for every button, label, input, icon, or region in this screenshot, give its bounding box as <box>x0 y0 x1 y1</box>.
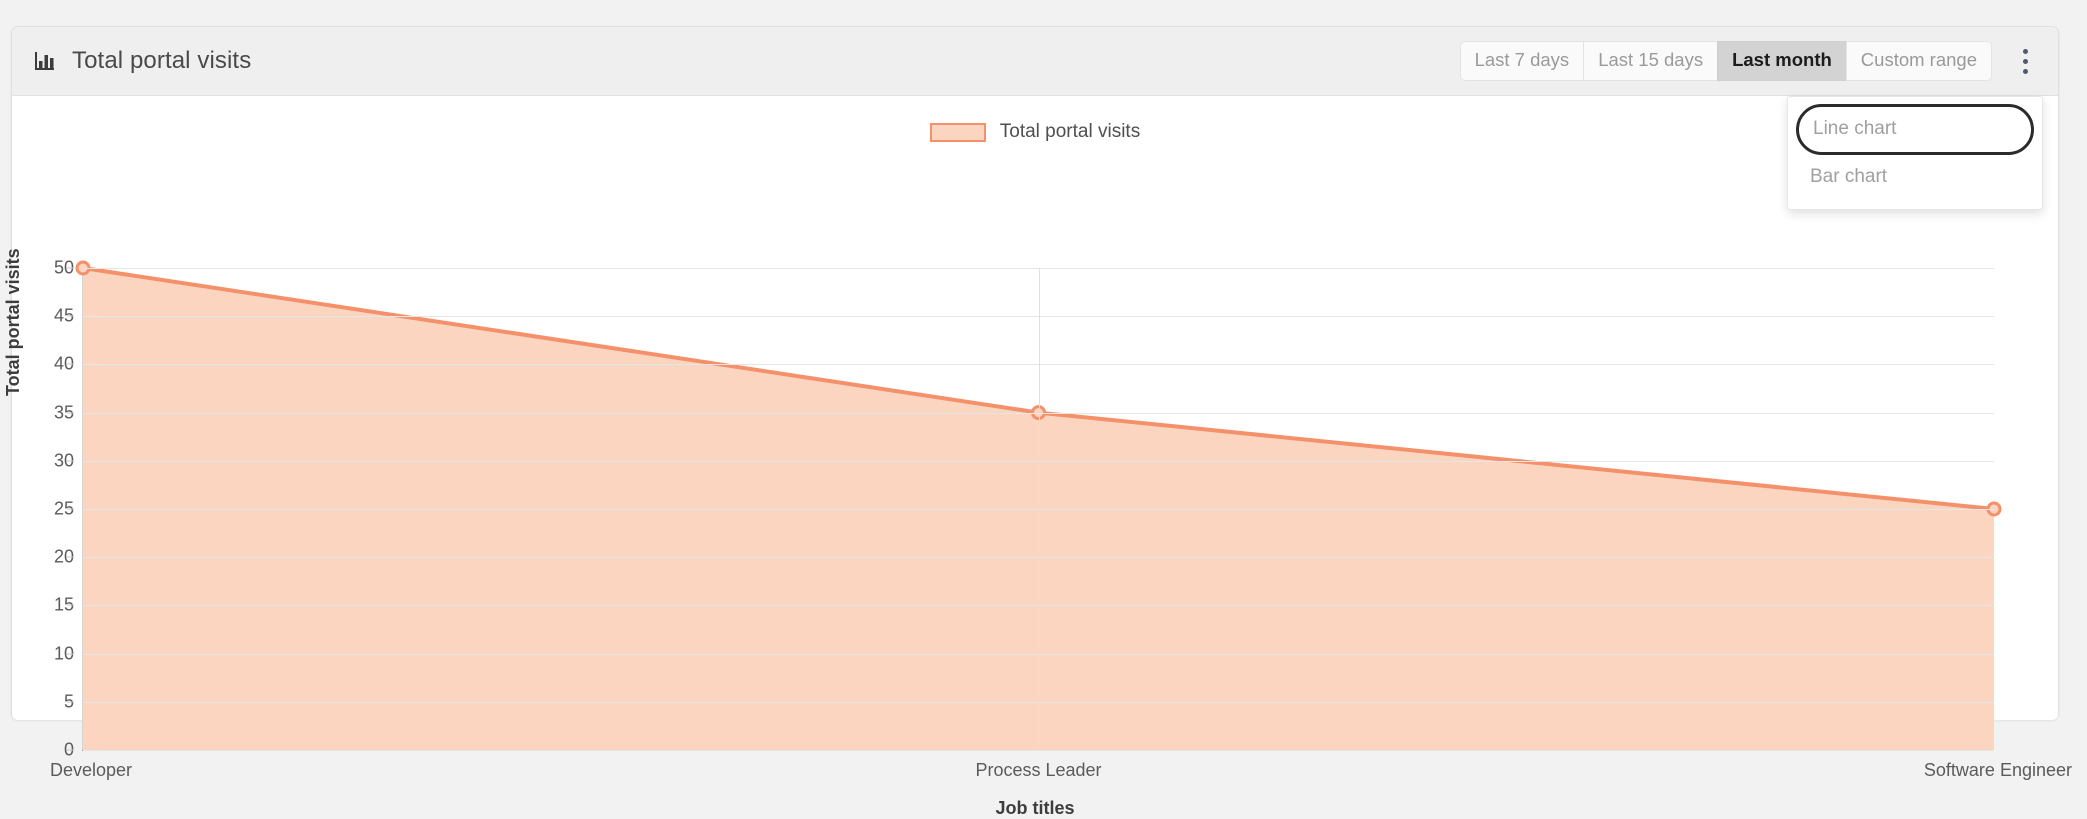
range-button-last-7-days[interactable]: Last 7 days <box>1459 41 1584 81</box>
range-button-last-15-days[interactable]: Last 15 days <box>1583 41 1718 81</box>
date-range-button-group: Last 7 days Last 15 days Last month Cust… <box>1459 41 1992 81</box>
kebab-dot-3 <box>2022 68 2028 74</box>
range-button-last-month[interactable]: Last month <box>1717 41 1846 81</box>
kebab-menu-icon[interactable] <box>2010 41 2040 81</box>
chart-legend: Total portal visits <box>12 121 2058 143</box>
dropdown-item-line-chart[interactable]: Line chart <box>1796 104 2034 155</box>
legend-label: Total portal visits <box>999 121 1141 142</box>
y-axis-tick-mark <box>67 653 74 655</box>
gridline-horizontal <box>83 750 1994 751</box>
dropdown-item-bar-chart[interactable]: Bar chart <box>1788 154 2042 200</box>
y-axis-tick-mark <box>67 749 74 751</box>
y-axis-tick-mark <box>67 412 74 414</box>
page-title: Total portal visits <box>72 47 252 74</box>
range-button-custom-range[interactable]: Custom range <box>1845 41 1992 81</box>
y-axis-tick-mark <box>67 701 74 703</box>
bar-chart-icon <box>32 48 58 74</box>
y-axis-tick-mark <box>67 267 74 269</box>
gridline-vertical <box>1038 268 1040 750</box>
chart-type-dropdown: Line chart Bar chart <box>1787 96 2043 210</box>
dashboard-page: Total portal visits Last 7 days Last 15 … <box>0 0 2087 818</box>
chart-body: Total portal visits Total portal visits … <box>3 96 2072 818</box>
y-axis: 0 5 10 15 20 25 30 35 40 45 50 <box>12 258 74 760</box>
x-axis-tick-label: Developer <box>50 760 133 780</box>
kebab-dot-2 <box>2022 58 2028 64</box>
y-axis-tick-mark <box>67 315 74 317</box>
card-header: Total portal visits Last 7 days Last 15 … <box>12 27 2058 96</box>
legend-swatch <box>929 122 986 142</box>
kebab-dot-1 <box>2022 48 2028 54</box>
y-axis-tick-mark <box>67 460 74 462</box>
chart-card: Total portal visits Last 7 days Last 15 … <box>3 26 2072 818</box>
y-axis-tick-mark <box>67 363 74 365</box>
x-axis-title: Job titles <box>995 798 1075 818</box>
y-axis-tick-mark <box>67 604 74 606</box>
plot-area <box>83 268 1994 751</box>
y-axis-tick-mark <box>67 556 74 558</box>
x-axis-tick-label: Software Engineer <box>1923 760 2072 780</box>
x-axis-tick-label: Process Leader <box>975 760 1102 780</box>
y-axis-tick-mark <box>67 508 74 510</box>
